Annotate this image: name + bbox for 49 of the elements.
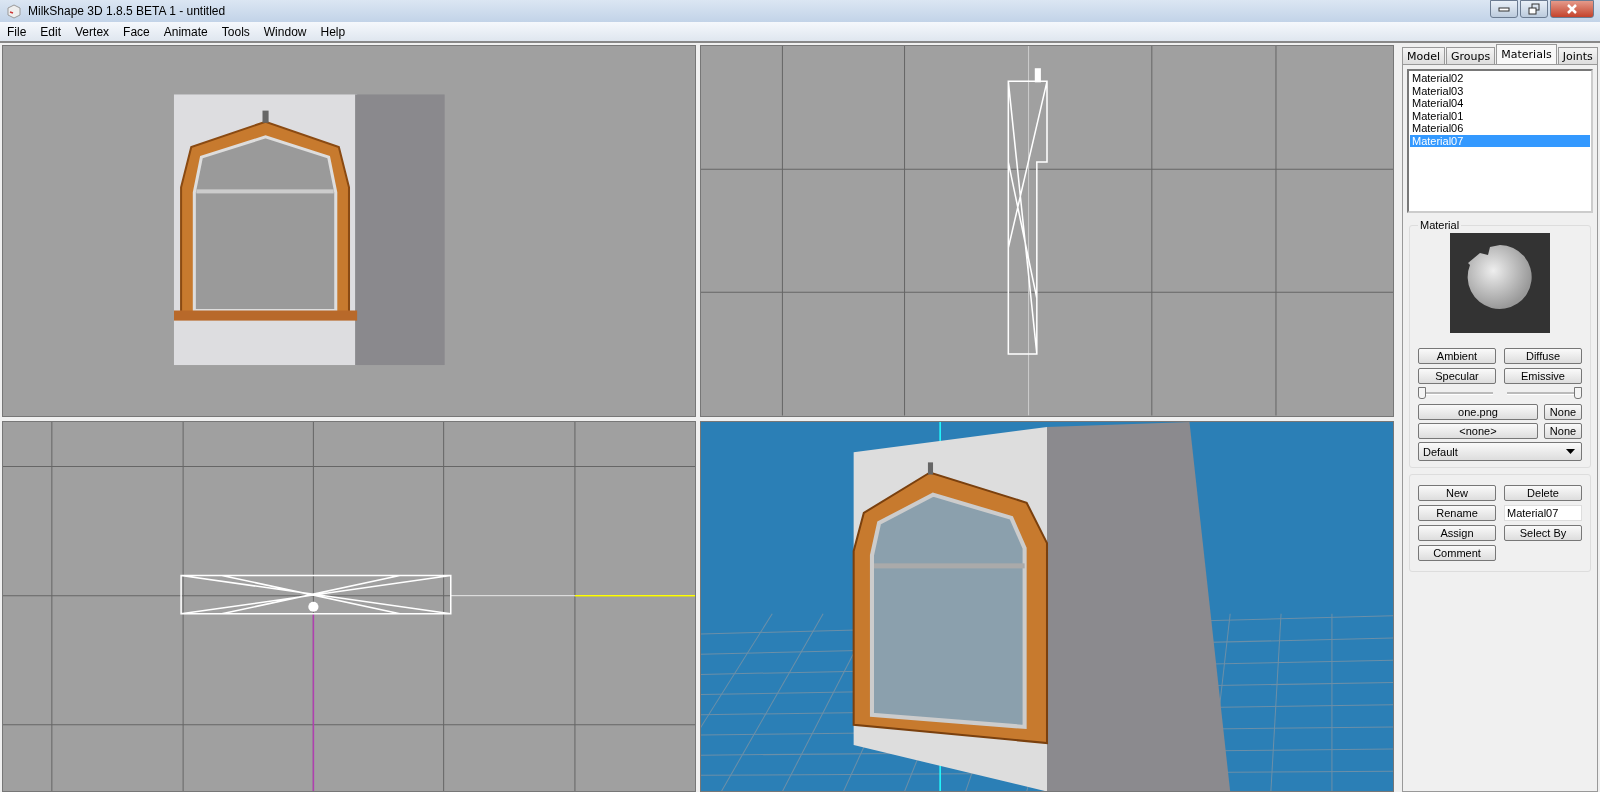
slider-thumb[interactable] xyxy=(1418,387,1426,399)
close-button[interactable] xyxy=(1550,0,1594,18)
color-button[interactable]: Emissive xyxy=(1504,368,1582,384)
menu-item[interactable]: Edit xyxy=(33,24,69,39)
menu-item[interactable]: File xyxy=(0,24,34,39)
assign-button[interactable]: Assign xyxy=(1418,525,1496,541)
menu-item[interactable]: Face xyxy=(116,24,157,39)
slider[interactable] xyxy=(1418,387,1496,401)
group-title: Material xyxy=(1419,219,1461,231)
color-button[interactable]: Specular xyxy=(1418,368,1496,384)
restore-button[interactable] xyxy=(1520,0,1548,18)
none-button[interactable]: None xyxy=(1544,423,1582,439)
tab[interactable]: Materials xyxy=(1496,44,1557,64)
comment-button[interactable]: Comment xyxy=(1418,545,1496,561)
rename-button[interactable]: Rename xyxy=(1418,505,1496,521)
close-icon xyxy=(1566,4,1578,14)
menu-item[interactable]: Animate xyxy=(156,24,215,39)
color-button[interactable]: Diffuse xyxy=(1504,348,1582,364)
color-button[interactable]: Ambient xyxy=(1418,348,1496,364)
menu-item[interactable]: Window xyxy=(256,24,314,39)
tab[interactable]: Joints xyxy=(1557,47,1598,64)
restore-icon xyxy=(1528,3,1540,15)
list-item[interactable]: Material06 xyxy=(1410,122,1590,135)
tab[interactable]: Model xyxy=(1402,47,1446,64)
texture-button[interactable]: one.png xyxy=(1418,404,1538,420)
name-field[interactable]: Material07 xyxy=(1504,505,1582,521)
slider-thumb[interactable] xyxy=(1574,387,1582,399)
new-button[interactable]: New xyxy=(1418,485,1496,501)
front-viewport[interactable] xyxy=(2,45,696,417)
minimize-icon xyxy=(1498,6,1510,12)
list-item[interactable]: Material03 xyxy=(1410,84,1590,97)
dropdown-arrow-icon xyxy=(1566,449,1575,454)
list-item[interactable]: Material01 xyxy=(1410,109,1590,122)
slider[interactable] xyxy=(1504,387,1582,401)
delete-button[interactable]: Delete xyxy=(1504,485,1582,501)
select-by-button[interactable]: Select By xyxy=(1504,525,1582,541)
mode-dropdown[interactable]: Default xyxy=(1418,442,1582,461)
perspective-viewport[interactable] xyxy=(700,420,1394,792)
list-item[interactable]: Material02 xyxy=(1410,72,1590,85)
none-button[interactable]: None xyxy=(1544,404,1582,420)
window-title: MilkShape 3D 1.8.5 BETA 1 - untitled xyxy=(28,4,226,18)
minimize-button[interactable] xyxy=(1490,0,1518,18)
tab[interactable]: Groups xyxy=(1446,47,1496,64)
cube-icon xyxy=(6,3,22,19)
texture-button[interactable]: <none> xyxy=(1418,423,1538,439)
menu-item[interactable]: Tools xyxy=(214,24,257,39)
menu-item[interactable]: Vertex xyxy=(68,24,117,39)
menu-item[interactable]: Help xyxy=(313,24,353,39)
list-item[interactable]: Material04 xyxy=(1410,97,1590,110)
